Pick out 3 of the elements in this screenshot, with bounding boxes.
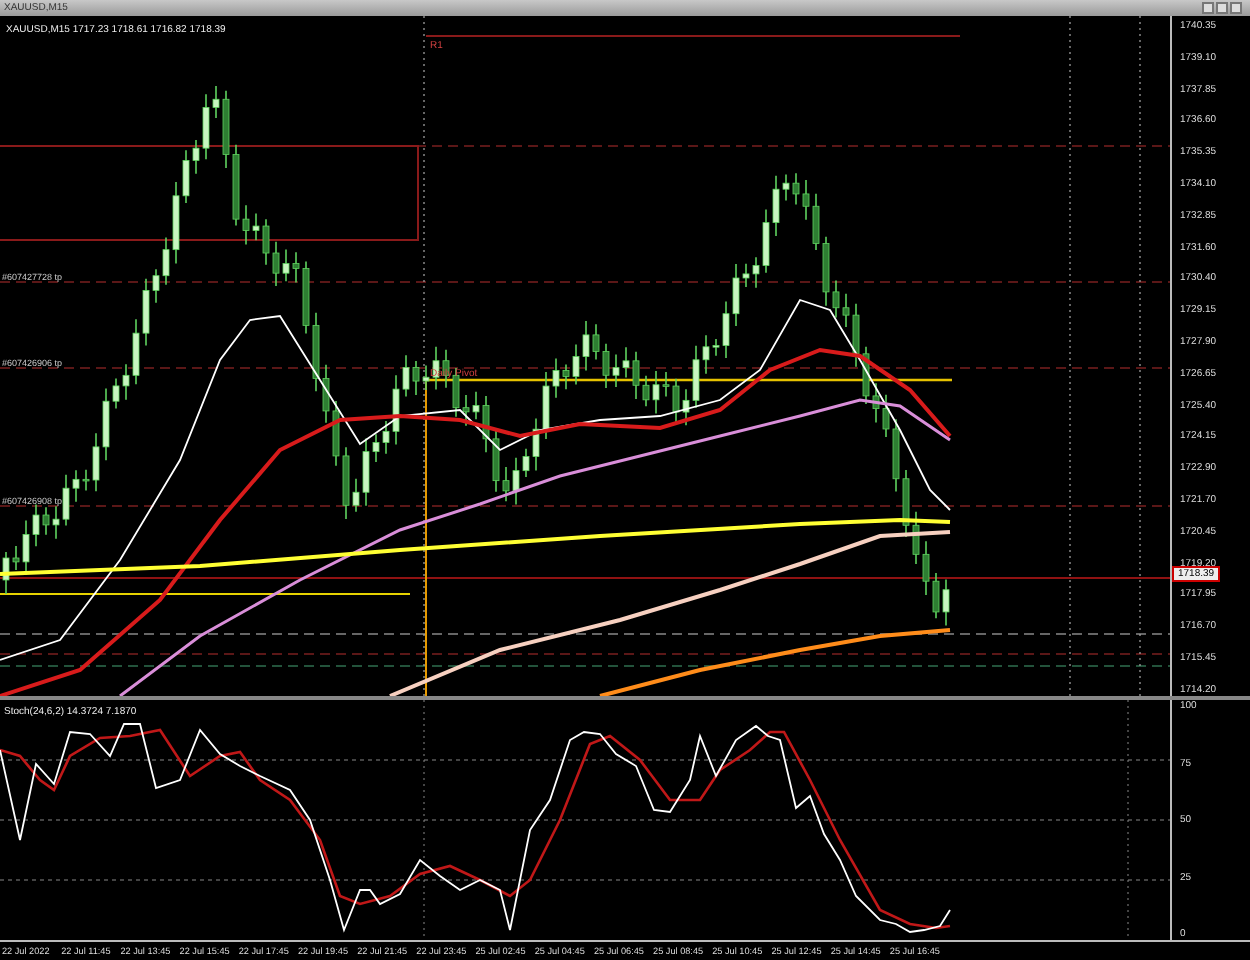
- close-button[interactable]: [1230, 2, 1242, 14]
- maximize-button[interactable]: [1216, 2, 1228, 14]
- minimize-button[interactable]: [1202, 2, 1214, 14]
